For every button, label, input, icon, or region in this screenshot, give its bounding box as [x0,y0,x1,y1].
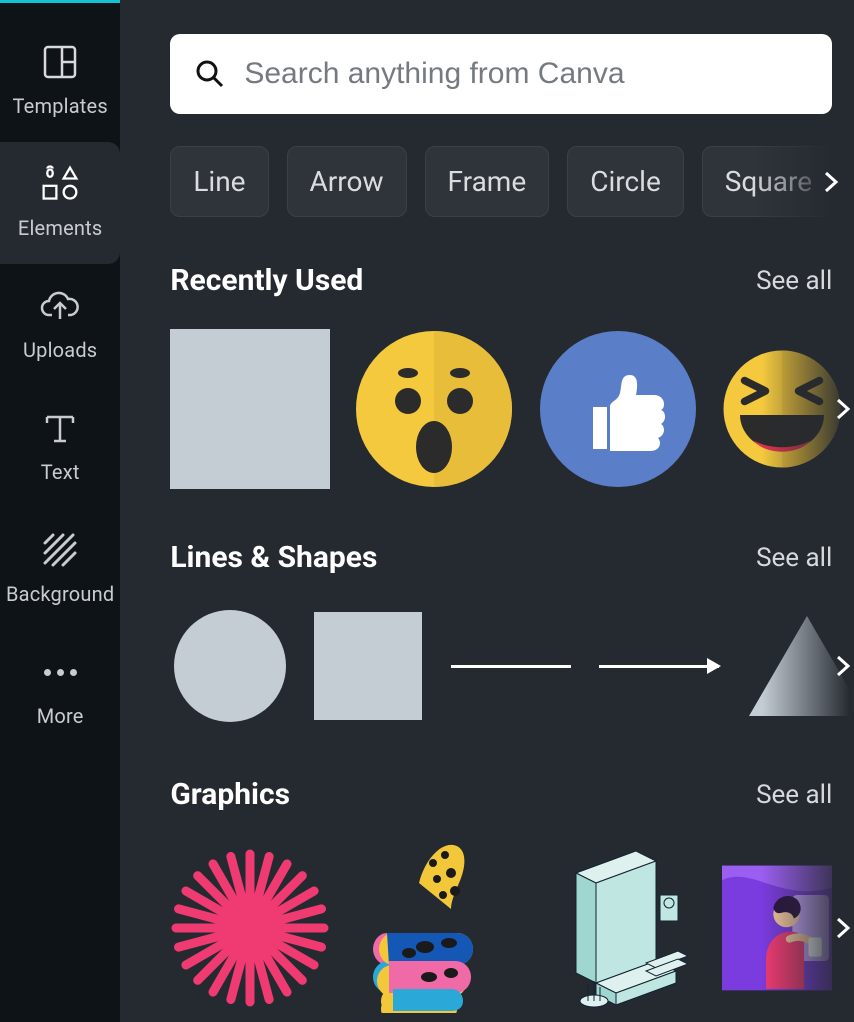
sidebar: Templates Elements [0,0,120,1022]
section-recently-used: Recently Used See all [170,263,854,494]
suggestion-chips: Line Arrow Frame Circle Square [170,146,854,217]
background-icon [40,530,80,570]
lines-scroll-right[interactable] [830,654,854,678]
sidebar-item-label: More [37,704,84,728]
recent-item-wow-emoji[interactable] [354,329,514,489]
shape-circle[interactable] [170,606,290,726]
shape-arrow-line[interactable] [594,606,724,726]
templates-icon [40,42,80,82]
section-title: Recently Used [170,263,363,298]
sidebar-item-background[interactable]: Background [0,508,120,630]
sidebar-item-templates[interactable]: Templates [0,20,120,142]
recent-item-square[interactable] [170,329,330,489]
chip-line[interactable]: Line [170,146,268,217]
shape-square[interactable] [308,606,428,726]
search-bar[interactable] [170,34,832,114]
recent-item-like-badge[interactable] [538,329,698,489]
chip-frame[interactable]: Frame [425,146,550,217]
more-icon [40,652,80,692]
chip-circle[interactable]: Circle [567,146,684,217]
search-icon [194,58,226,90]
chips-scroll-right[interactable] [806,158,854,206]
graphic-isometric-letter[interactable] [538,848,698,1008]
app-root: Templates Elements [0,0,854,1022]
section-graphics: Graphics See all [170,777,854,1018]
search-input[interactable] [244,57,808,91]
shape-line[interactable] [446,606,576,726]
see-all-graphics[interactable]: See all [756,780,832,810]
recent-item-laugh-emoji[interactable] [722,329,842,489]
see-all-lines[interactable]: See all [756,543,832,573]
elements-icon [40,164,80,204]
sidebar-item-label: Background [6,582,114,606]
section-title: Lines & Shapes [170,540,377,575]
elements-panel: Line Arrow Frame Circle Square Recently … [120,0,854,1022]
sidebar-item-text[interactable]: Text [0,386,120,508]
chip-arrow[interactable]: Arrow [287,146,407,217]
section-lines-shapes: Lines & Shapes See all [170,540,854,731]
graphics-scroll-right[interactable] [830,916,854,940]
sidebar-item-label: Text [41,460,80,484]
see-all-recent[interactable]: See all [756,266,832,296]
graphic-illustration-person[interactable] [722,848,832,1008]
uploads-icon [40,286,80,326]
sidebar-item-label: Elements [18,216,103,240]
section-title: Graphics [170,777,290,812]
sidebar-item-label: Uploads [23,338,97,362]
text-icon [40,408,80,448]
sidebar-item-label: Templates [12,94,107,118]
recent-scroll-right[interactable] [830,397,854,421]
sidebar-item-elements[interactable]: Elements [0,142,120,264]
sidebar-item-more[interactable]: More [0,630,120,752]
sidebar-item-uploads[interactable]: Uploads [0,264,120,386]
graphic-starburst[interactable] [170,848,330,1008]
graphic-thumbs-up[interactable] [354,848,514,1008]
